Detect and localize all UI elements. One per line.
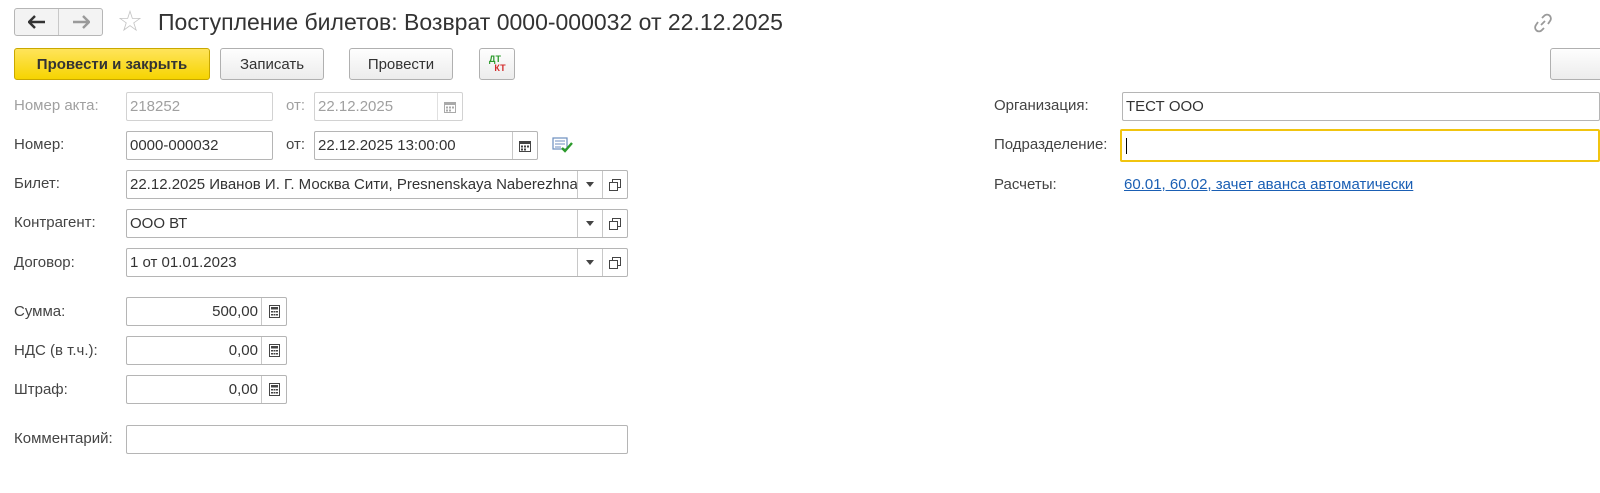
number-label: Номер: [14, 136, 65, 153]
fine-calculator-button[interactable] [261, 376, 286, 403]
counterparty-value: ООО ВТ [130, 215, 188, 232]
contract-value: 1 от 01.01.2023 [130, 254, 237, 271]
forward-button[interactable] [59, 9, 102, 35]
ticket-value: 22.12.2025 Иванов И. Г. Москва Сити, Pre… [130, 176, 577, 193]
document-check-icon[interactable] [552, 136, 574, 154]
comment-value [127, 426, 627, 453]
post-and-close-button[interactable]: Провести и закрыть [14, 48, 210, 80]
comment-label: Комментарий: [14, 430, 113, 447]
date-label: от: [286, 136, 306, 153]
post-button[interactable]: Провести [349, 48, 453, 80]
chevron-down-icon [586, 260, 594, 265]
calculator-icon [268, 305, 280, 318]
calculator-icon [268, 344, 280, 357]
fine-value: 0,00 [228, 381, 258, 398]
arrow-left-icon [27, 15, 45, 29]
number-field[interactable]: 0000-000032 [126, 131, 273, 160]
open-form-icon [609, 178, 621, 191]
date-value: 22.12.2025 13:00:00 [318, 137, 456, 154]
ticket-open-button[interactable] [602, 171, 627, 198]
ticket-dropdown-button[interactable] [577, 171, 602, 198]
fine-label: Штраф: [14, 381, 68, 398]
date-field[interactable]: 22.12.2025 13:00:00 [314, 131, 538, 160]
counterparty-dropdown-button[interactable] [577, 210, 602, 237]
more-actions-button[interactable] [1550, 48, 1600, 80]
vat-label: НДС (в т.ч.): [14, 342, 98, 359]
fine-field[interactable]: 0,00 [126, 375, 287, 404]
counterparty-field[interactable]: ООО ВТ [126, 209, 628, 238]
sum-value: 500,00 [212, 303, 258, 320]
kt-label: КТ [494, 63, 506, 73]
calendar-icon [444, 101, 456, 113]
organization-label: Организация: [994, 97, 1089, 114]
department-value [1127, 131, 1598, 160]
chevron-down-icon [586, 182, 594, 187]
save-button[interactable]: Записать [220, 48, 324, 80]
department-field[interactable] [1120, 129, 1600, 162]
chevron-down-icon [586, 221, 594, 226]
counterparty-label: Контрагент: [14, 214, 96, 231]
contract-dropdown-button[interactable] [577, 249, 602, 276]
ticket-field[interactable]: 22.12.2025 Иванов И. Г. Москва Сити, Pre… [126, 170, 628, 199]
dt-kt-button[interactable]: ДТ КТ [479, 48, 515, 80]
ticket-label: Билет: [14, 175, 60, 192]
organization-field[interactable]: ТЕСТ ООО [1122, 92, 1600, 121]
settlements-link[interactable]: 60.01, 60.02, зачет аванса автоматически [1124, 176, 1413, 193]
act-date-value: 22.12.2025 [318, 98, 394, 115]
number-value: 0000-000032 [130, 137, 219, 154]
organization-value: ТЕСТ ООО [1126, 98, 1204, 115]
chain-link-icon[interactable] [1532, 12, 1554, 34]
act-number-label: Номер акта: [14, 97, 99, 114]
act-date-label: от: [286, 97, 306, 114]
vat-value: 0,00 [228, 342, 258, 359]
back-button[interactable] [15, 9, 59, 35]
act-number-field: 218252 [126, 92, 273, 121]
department-label: Подразделение: [994, 136, 1108, 153]
contract-label: Договор: [14, 254, 75, 271]
act-date-field: 22.12.2025 [314, 92, 463, 121]
act-date-calendar-button [437, 93, 462, 120]
open-form-icon [609, 256, 621, 269]
sum-calculator-button[interactable] [261, 298, 286, 325]
arrow-right-icon [72, 15, 90, 29]
contract-open-button[interactable] [602, 249, 627, 276]
page-title: Поступление билетов: Возврат 0000-000032… [158, 9, 783, 35]
comment-field[interactable] [126, 425, 628, 454]
calculator-icon [268, 383, 280, 396]
sum-label: Сумма: [14, 303, 66, 320]
navigation-buttons [14, 8, 103, 36]
star-icon[interactable]: ☆ [117, 6, 143, 38]
settlements-label: Расчеты: [994, 176, 1057, 193]
open-form-icon [609, 217, 621, 230]
contract-field[interactable]: 1 от 01.01.2023 [126, 248, 628, 277]
date-calendar-button[interactable] [512, 132, 537, 159]
counterparty-open-button[interactable] [602, 210, 627, 237]
act-number-value: 218252 [130, 98, 181, 115]
calendar-icon [519, 140, 531, 152]
vat-field[interactable]: 0,00 [126, 336, 287, 365]
vat-calculator-button[interactable] [261, 337, 286, 364]
sum-field[interactable]: 500,00 [126, 297, 287, 326]
